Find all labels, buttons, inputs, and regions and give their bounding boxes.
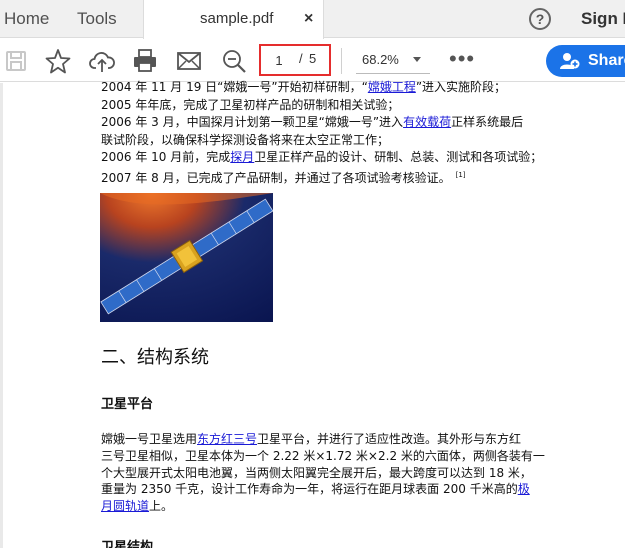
page-number-box: / 5	[259, 44, 331, 76]
text-line: 2004 年 11 月 19 日“嫦娥一号”开始初样研制，“嫦娥工程”进入实施阶…	[101, 79, 506, 95]
zoom-dropdown-icon[interactable]	[413, 57, 421, 62]
text-span: 卫星平台，并进行了适应性改造。其外形与东方红	[257, 432, 522, 446]
hyperlink[interactable]: 极	[518, 482, 530, 496]
text-line: 2006 年 3 月，中国探月计划第一颗卫星“嫦娥一号”进入有效载荷正样系统最后	[101, 114, 523, 130]
more-options-icon[interactable]: •••	[449, 48, 475, 70]
tab-tools[interactable]: Tools	[77, 0, 117, 38]
hyperlink[interactable]: 嫦娥工程	[368, 80, 416, 94]
share-button[interactable]: Share	[546, 45, 625, 77]
page-separator: /	[299, 51, 303, 66]
text-span: 2007 年 8 月，已完成了产品研制，并通过了各项试验考核验证。	[101, 171, 451, 185]
text-span: 联试阶段，以确保科学探测设备将来在太空正常工作；	[101, 132, 390, 147]
text-span: 卫星正样产品的设计、研制、总装、测试和各项试验；	[254, 150, 543, 165]
share-label: Share	[588, 52, 625, 69]
text-line: 重量为 2350 千克，设计工作寿命为一年，将运行在距月球表面 200 千米高的…	[101, 481, 530, 497]
star-icon[interactable]	[45, 48, 71, 74]
toolbar: / 5 68.2% •••	[0, 39, 625, 82]
text-span: 重量为 2350 千克，设计工作寿命为一年，将运行在距月球表面 200 千米高的	[101, 482, 518, 497]
text-line: 2007 年 8 月，已完成了产品研制，并通过了各项试验考核验证。 [1]	[101, 167, 466, 186]
page-number-input[interactable]	[267, 51, 291, 69]
zoom-level[interactable]: 68.2%	[362, 52, 399, 67]
hyperlink[interactable]: 东方红三号	[197, 432, 257, 446]
help-icon[interactable]: ?	[529, 8, 551, 30]
page-edge	[0, 83, 3, 548]
hyperlink[interactable]: 探月	[230, 150, 254, 164]
text-line: 2005 年年底，完成了卫星初样产品的研制和相关试验；	[101, 97, 399, 113]
text-line: 联试阶段，以确保科学探测设备将来在太空正常工作；	[101, 132, 389, 148]
section-heading: 二、结构系统	[101, 347, 209, 368]
text-line: 2006 年 10 月前，完成探月卫星正样产品的设计、研制、总装、测试和各项试验…	[101, 149, 542, 165]
zoom-underline	[356, 73, 430, 74]
hyperlink[interactable]: 月圆轨道	[101, 499, 149, 513]
text-span: 2006 年 10 月前，完成	[101, 150, 231, 165]
text-line: 月圆轨道上。	[101, 498, 173, 514]
text-line: 个大型展开式太阳电池翼，当两侧太阳翼完全展开后，最大跨度可以达到 18 米，	[101, 465, 532, 481]
document-tab-title: sample.pdf	[200, 10, 274, 27]
close-tab-icon[interactable]: ×	[304, 0, 313, 38]
sub-heading-platform: 卫星平台	[101, 397, 154, 412]
add-person-icon	[560, 53, 580, 69]
text-span: 上。	[149, 499, 174, 514]
text-span: 2005 年年底，完成了卫星初样产品的研制和相关试验；	[101, 97, 400, 112]
tab-home[interactable]: Home	[4, 0, 49, 38]
zoom-out-icon[interactable]	[221, 48, 247, 74]
save-icon[interactable]	[3, 48, 29, 74]
text-span: ”进入实施阶段；	[415, 80, 507, 94]
page-total: 5	[309, 51, 317, 66]
tab-document[interactable]: sample.pdf ×	[143, 0, 324, 39]
tab-bar: Home Tools sample.pdf × ? Sign I	[0, 0, 625, 39]
text-span: 三号卫星相似，卫星本体为一个 2.22 米×1.72 米×2.2 米的六面体，两…	[101, 448, 545, 463]
toolbar-divider	[341, 48, 342, 74]
sub-heading-structure: 卫星结构	[101, 540, 154, 548]
print-icon[interactable]	[132, 48, 158, 74]
sign-in-link[interactable]: Sign I	[581, 0, 625, 38]
text-span: 2004 年 11 月 19 日“嫦娥一号”开始初样研制，“	[101, 80, 368, 94]
hyperlink[interactable]: 有效载荷	[403, 115, 451, 129]
footnote-ref[interactable]: [1]	[456, 171, 466, 179]
satellite-image	[100, 193, 273, 322]
text-span: 个大型展开式太阳电池翼，当两侧太阳翼完全展开后，最大跨度可以达到 18 米，	[101, 465, 532, 480]
text-span: 嫦娥一号卫星选用	[101, 432, 198, 446]
text-span: 2006 年 3 月，中国探月计划第一颗卫星“嫦娥一号”进入	[101, 115, 404, 130]
mail-icon[interactable]	[176, 48, 202, 74]
text-line: 三号卫星相似，卫星本体为一个 2.22 米×1.72 米×2.2 米的六面体，两…	[101, 448, 545, 464]
cloud-upload-icon[interactable]	[89, 48, 115, 74]
text-line: 嫦娥一号卫星选用东方红三号卫星平台，并进行了适应性改造。其外形与东方红	[101, 431, 521, 447]
text-span: 正样系统最后	[451, 115, 524, 130]
